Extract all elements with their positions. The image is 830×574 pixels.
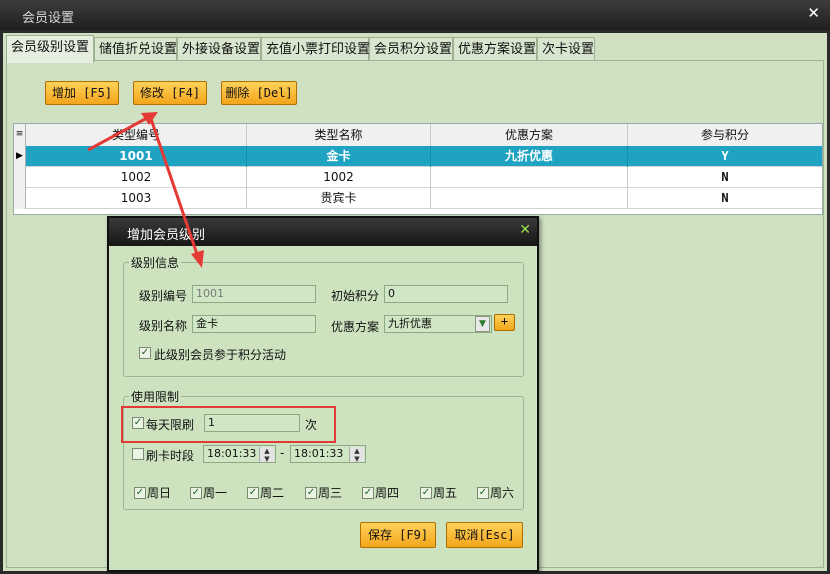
cell-plan [431, 188, 628, 209]
day-label: 周四 [375, 486, 400, 500]
discount-plan-value: 九折优惠 [388, 317, 432, 330]
edit-button[interactable]: 修改 [F4] [133, 81, 207, 105]
column-header[interactable]: 优惠方案 [431, 124, 628, 146]
column-header[interactable]: 参与积分 [628, 124, 822, 146]
cell-name: 金卡 [247, 146, 431, 167]
join-points-checkbox[interactable]: ✓ [139, 347, 151, 359]
cell-name: 1002 [247, 167, 431, 188]
dialog-title: 增加会员级别 [127, 228, 206, 243]
time-start-field[interactable]: 18:01:33 ▲ ▼ [203, 445, 276, 463]
cell-plan: 九折优惠 [431, 146, 628, 167]
window-titlebar: 会员设置 ✕ [0, 0, 830, 30]
table-row[interactable]: 1002 1002 N [14, 167, 822, 188]
time-range-label: 刷卡时段 [146, 449, 195, 463]
tab-count-card[interactable]: 次卡设置 [537, 37, 595, 61]
spin-updown-icon[interactable]: ▲ ▼ [349, 447, 364, 462]
time-end-field[interactable]: 18:01:33 ▲ ▼ [290, 445, 366, 463]
level-info-group: 级别信息 级别编号 1001 初始积分 0 级别名称 金卡 优惠方案 九折优惠 … [123, 254, 524, 377]
delete-button[interactable]: 删除 [Del] [221, 81, 297, 105]
day-friday[interactable]: ✓ 周五 [420, 484, 457, 501]
day-label: 周三 [318, 486, 343, 500]
window-title: 会员设置 [22, 11, 75, 26]
initial-points-label: 初始积分 [331, 289, 380, 303]
table-header: ≡ 类型编号 类型名称 优惠方案 参与积分 [14, 124, 822, 147]
checkbox[interactable]: ✓ [134, 486, 146, 499]
row-indicator-header: ≡ [14, 124, 26, 146]
cell-points: Y [721, 149, 729, 163]
cancel-button[interactable]: 取消[Esc] [446, 522, 523, 548]
day-label: 周一 [203, 486, 228, 500]
time-end-value: 18:01:33 [294, 447, 344, 460]
day-saturday[interactable]: ✓ 周六 [477, 484, 514, 501]
toolbar: 增加 [F5] 修改 [F4] 删除 [Del] [7, 61, 823, 119]
tab-member-points[interactable]: 会员积分设置 [369, 37, 453, 61]
cell-points: N [721, 191, 729, 205]
day-label: 周二 [260, 486, 285, 500]
day-tuesday[interactable]: ✓ 周二 [247, 484, 284, 501]
checkbox[interactable]: ✓ [477, 486, 489, 499]
row-indicator [14, 167, 26, 188]
day-thursday[interactable]: ✓ 周四 [362, 484, 399, 501]
tab-recharge-receipt[interactable]: 充值小票打印设置 [261, 37, 370, 61]
time-range-checkbox[interactable] [132, 448, 144, 460]
dialog-close-icon[interactable]: ✕ [519, 222, 531, 238]
usage-limit-legend: 使用限制 [129, 388, 182, 405]
close-icon[interactable]: ✕ [807, 4, 820, 22]
add-member-level-dialog: 增加会员级别 ✕ 级别信息 级别编号 1001 初始积分 0 级别名称 金卡 优… [107, 216, 539, 572]
time-start-value: 18:01:33 [207, 447, 257, 460]
tab-discount-plans[interactable]: 优惠方案设置 [453, 37, 537, 61]
cell-plan [431, 167, 628, 188]
add-discount-plan-button[interactable]: + [494, 314, 515, 331]
day-sunday[interactable]: ✓ 周日 [134, 484, 171, 501]
time-separator: - [280, 446, 285, 460]
chevron-down-icon[interactable]: ▼ [475, 316, 490, 332]
cell-points: N [721, 170, 729, 184]
checkbox[interactable]: ✓ [305, 486, 317, 499]
column-header[interactable]: 类型编号 [26, 124, 247, 146]
level-code-label: 级别编号 [139, 289, 188, 303]
tab-stored-value[interactable]: 储值折兑设置 [94, 37, 177, 61]
checkbox[interactable]: ✓ [190, 486, 202, 499]
tab-member-level[interactable]: 会员级别设置 [6, 35, 94, 63]
current-row-arrow-icon: ▶ [14, 146, 26, 167]
level-code-field[interactable]: 1001 [192, 285, 316, 303]
initial-points-field[interactable]: 0 [384, 285, 508, 303]
spin-updown-icon[interactable]: ▲ ▼ [259, 447, 274, 462]
checkbox[interactable]: ✓ [362, 486, 374, 499]
cell-code: 1003 [26, 188, 247, 209]
column-header[interactable]: 类型名称 [247, 124, 431, 146]
member-settings-window: 会员设置 ✕ 会员级别设置 储值折兑设置 外接设备设置 充值小票打印设置 会员积… [0, 0, 830, 574]
day-label: 周六 [490, 486, 515, 500]
member-level-table: ≡ 类型编号 类型名称 优惠方案 参与积分 ▶ 1001 金卡 九折优惠 Y 1… [13, 123, 823, 215]
level-name-label: 级别名称 [139, 319, 188, 333]
table-row[interactable]: 1003 贵宾卡 N [14, 188, 822, 209]
add-button[interactable]: 增加 [F5] [45, 81, 119, 105]
discount-plan-select[interactable]: 九折优惠 ▼ [384, 315, 492, 333]
checkbox[interactable]: ✓ [247, 486, 259, 499]
tab-external-devices[interactable]: 外接设备设置 [177, 37, 261, 61]
row-indicator [14, 188, 26, 209]
day-label: 周五 [433, 486, 458, 500]
day-monday[interactable]: ✓ 周一 [190, 484, 227, 501]
join-points-label: 此级别会员参于积分活动 [154, 348, 287, 362]
discount-plan-label: 优惠方案 [331, 320, 380, 334]
cell-code: 1002 [26, 167, 247, 188]
cell-code: 1001 [26, 146, 247, 167]
annotation-highlight-box [121, 406, 336, 443]
day-wednesday[interactable]: ✓ 周三 [305, 484, 342, 501]
checkbox[interactable]: ✓ [420, 486, 432, 499]
cell-name: 贵宾卡 [247, 188, 431, 209]
table-row[interactable]: ▶ 1001 金卡 九折优惠 Y [14, 146, 822, 167]
level-name-field[interactable]: 金卡 [192, 315, 316, 333]
save-button[interactable]: 保存 [F9] [360, 522, 436, 548]
dialog-titlebar: 增加会员级别 ✕ [109, 218, 537, 246]
day-label: 周日 [147, 486, 172, 500]
level-info-legend: 级别信息 [129, 254, 182, 271]
